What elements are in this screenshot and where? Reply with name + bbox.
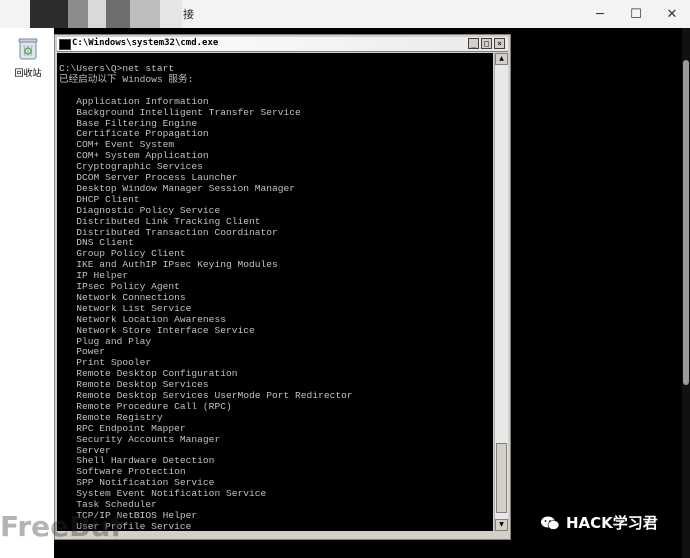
host-window-title: 接 (183, 8, 194, 21)
console-line: IP Helper (59, 270, 129, 282)
host-close-button[interactable]: ✕ (654, 0, 690, 28)
cmd-close-button[interactable]: × (494, 38, 505, 49)
console-line: Desktop Window Manager Session Manager (59, 182, 296, 194)
desktop-background (0, 28, 54, 558)
console-output[interactable]: C:\Users\Q>net start 已经启动以下 Windows 服务: A… (57, 53, 493, 531)
console-line: Remote Desktop Configuration (59, 368, 238, 380)
console-line: RPC Endpoint Mapper (59, 422, 186, 434)
console-line: Certificate Propagation (59, 128, 209, 140)
cmd-bottom-border (57, 532, 508, 537)
console-line: Cryptographic Services (59, 161, 203, 173)
blurred-title-region (106, 0, 130, 28)
host-window-controls: ─ ☐ ✕ (582, 0, 690, 28)
close-icon: ✕ (666, 6, 678, 22)
console-line: Network List Service (59, 302, 192, 314)
cmd-vertical-scrollbar[interactable]: ▲ ▼ (494, 53, 508, 531)
minimize-icon: ─ (596, 6, 604, 22)
console-line: DCOM Server Process Launcher (59, 172, 238, 183)
host-minimize-button[interactable]: ─ (582, 0, 618, 28)
host-maximize-button[interactable]: ☐ (618, 0, 654, 28)
console-line: Background Intelligent Transfer Service (59, 106, 301, 118)
watermark-left: FreeBuf (0, 510, 123, 543)
console-line: IPsec Policy Agent (59, 281, 180, 292)
console-line: Remote Procedure Call (RPC) (59, 400, 232, 412)
console-line: Distributed Transaction Coordinator (59, 226, 278, 238)
console-line: Network Location Awareness (59, 313, 226, 325)
console-line: Network Connections (59, 291, 186, 303)
console-line: Network Store Interface Service (59, 324, 255, 336)
scroll-down-arrow-icon[interactable]: ▼ (495, 519, 508, 531)
blurred-title-region (88, 0, 106, 28)
console-line: Remote Registry (59, 411, 163, 423)
console-line: Distributed Link Tracking Client (59, 215, 261, 227)
blurred-title-region (130, 0, 160, 28)
console-line: C:\Users\Q>net start (59, 63, 175, 74)
cmd-titlebar[interactable]: C:\Windows\system32\cmd.exe _ □ × (57, 37, 508, 52)
host-titlebar: 接 ─ ☐ ✕ (0, 0, 690, 29)
console-line: DHCP Client (59, 193, 140, 205)
console-line: Task Scheduler (59, 499, 157, 510)
cmd-scrollbar-thumb[interactable] (496, 443, 507, 513)
console-icon (59, 39, 71, 50)
console-line: Diagnostic Policy Service (59, 204, 221, 216)
watermark-text: HACK学习君 (566, 514, 658, 532)
console-line: Remote Desktop Services UserMode Port Re… (59, 390, 353, 401)
blurred-title-region (30, 0, 68, 28)
console-line: Server (59, 444, 111, 456)
console-line: System Event Notification Service (59, 488, 267, 500)
console-line: Application Information (59, 95, 209, 107)
console-line: Power (59, 346, 106, 358)
console-line: Group Policy Client (59, 248, 186, 260)
cmd-maximize-button[interactable]: □ (481, 38, 492, 49)
console-line: IKE and AuthIP IPsec Keying Modules (59, 259, 278, 271)
blurred-title-region (160, 0, 182, 28)
cmd-window-title: C:\Windows\system32\cmd.exe (72, 38, 219, 48)
watermark: HACK学习君 (540, 512, 658, 533)
console-line: Plug and Play (59, 335, 152, 347)
host-scrollbar-thumb[interactable] (683, 60, 689, 385)
console-line: Security Accounts Manager (59, 433, 221, 445)
console-line: SPP Notification Service (59, 477, 215, 489)
console-line: DNS Client (59, 237, 134, 249)
maximize-icon: ☐ (630, 6, 642, 22)
console-line: COM+ Event System (59, 139, 175, 151)
console-line: Remote Desktop Services (59, 379, 209, 391)
console-line: 已经启动以下 Windows 服务: (59, 73, 194, 85)
console-line: Shell Hardware Detection (59, 455, 215, 467)
recycle-bin-shortcut[interactable]: 回收站 (8, 36, 48, 79)
cmd-minimize-button[interactable]: _ (468, 38, 479, 49)
cmd-window: C:\Windows\system32\cmd.exe _ □ × C:\Use… (54, 34, 511, 540)
recycle-bin-label: 回收站 (14, 69, 42, 79)
console-line: Base Filtering Engine (59, 117, 198, 129)
cmd-window-controls: _ □ × (466, 38, 505, 49)
console-line: Print Spooler (59, 357, 152, 369)
wechat-icon (541, 516, 560, 530)
console-line: COM+ System Application (59, 150, 209, 162)
recycle-bin-icon (18, 38, 38, 60)
blurred-title-region (68, 0, 88, 28)
scroll-up-arrow-icon[interactable]: ▲ (495, 53, 508, 65)
console-line: Software Protection (59, 466, 186, 478)
